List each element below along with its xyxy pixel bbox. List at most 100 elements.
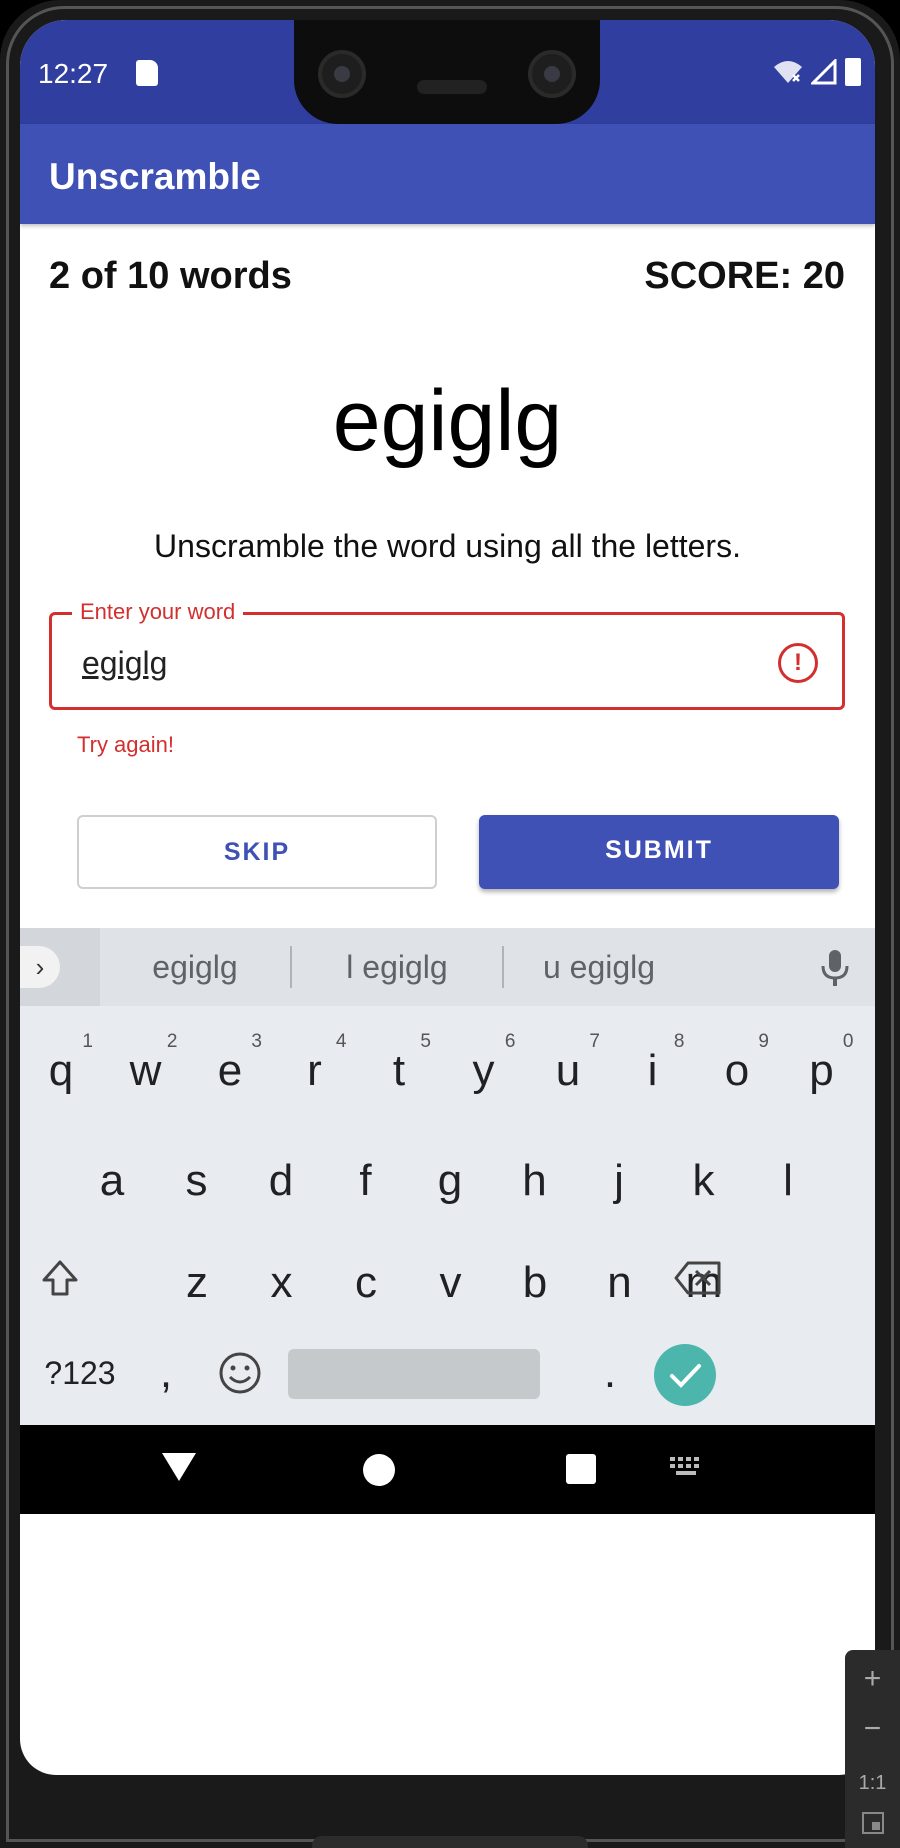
- device-screen: 12:27 Unscramble 2 of 10 words SCORE: 20…: [20, 20, 875, 1775]
- key-r[interactable]: r4: [275, 1026, 355, 1116]
- key-label: j: [614, 1156, 624, 1205]
- suggestion-item[interactable]: egiglg: [100, 928, 290, 1006]
- key-label: l: [783, 1156, 793, 1205]
- back-icon[interactable]: [162, 1453, 196, 1481]
- skip-button[interactable]: SKIP: [77, 815, 437, 889]
- zoom-in-button[interactable]: +: [845, 1662, 900, 1696]
- key-label: o: [724, 1046, 750, 1095]
- chevron-right-icon: ›: [20, 946, 60, 988]
- navigation-bar: [20, 1425, 875, 1514]
- key-e[interactable]: e3: [190, 1026, 270, 1116]
- fit-screen-icon: [861, 1812, 884, 1834]
- front-camera-icon: [528, 50, 576, 98]
- key-label: g: [437, 1156, 463, 1205]
- key-label: y: [472, 1046, 495, 1095]
- suggestion-item[interactable]: l egiglg: [292, 928, 502, 1006]
- key-label: q: [48, 1046, 74, 1095]
- key-hint: 7: [589, 1031, 600, 1052]
- key-k[interactable]: k: [664, 1136, 744, 1226]
- app-title: Unscramble: [49, 156, 261, 197]
- key-g[interactable]: g: [410, 1136, 490, 1226]
- zoom-out-button[interactable]: −: [845, 1712, 900, 1746]
- key-a[interactable]: a: [72, 1136, 152, 1226]
- app-bar: Unscramble: [20, 124, 875, 224]
- key-hint: 6: [504, 1031, 516, 1052]
- signal-icon: [811, 59, 837, 85]
- key-hint: 8: [673, 1031, 685, 1052]
- wifi-icon: [774, 61, 802, 83]
- key-label: k: [692, 1156, 715, 1205]
- key-hint: 2: [166, 1031, 178, 1052]
- camera-notch: [294, 20, 600, 124]
- key-label: i: [647, 1046, 658, 1095]
- symbols-key[interactable]: ?123: [34, 1328, 126, 1418]
- actual-size-button[interactable]: 1:1: [845, 1772, 900, 1795]
- period-key[interactable]: .: [570, 1328, 650, 1418]
- key-f[interactable]: f: [326, 1136, 406, 1226]
- key-label: h: [522, 1156, 547, 1205]
- key-label: t: [392, 1046, 406, 1095]
- enter-key[interactable]: [654, 1344, 716, 1406]
- key-x[interactable]: x: [242, 1238, 322, 1328]
- key-z[interactable]: z: [157, 1238, 237, 1328]
- earpiece-speaker: [417, 80, 487, 94]
- backspace-icon: [674, 1261, 721, 1295]
- word-input-field[interactable]: Enter your word egiglg !: [49, 599, 845, 710]
- key-hint: 1: [82, 1031, 93, 1052]
- key-l[interactable]: l: [748, 1136, 828, 1226]
- comma-key[interactable]: ,: [126, 1328, 206, 1418]
- status-bar: 12:27: [20, 20, 875, 124]
- key-w[interactable]: w2: [106, 1026, 186, 1116]
- key-label: x: [270, 1258, 293, 1307]
- key-label: f: [359, 1156, 372, 1205]
- status-time: 12:27: [38, 58, 109, 89]
- home-icon[interactable]: [363, 1454, 395, 1486]
- key-label: v: [439, 1258, 462, 1307]
- suggestion-item[interactable]: u egiglg: [504, 928, 694, 1006]
- scrambled-word: egiglg: [332, 373, 563, 469]
- key-label: p: [809, 1046, 834, 1095]
- key-y[interactable]: y6: [444, 1026, 524, 1116]
- space-bar[interactable]: [288, 1349, 540, 1399]
- key-o[interactable]: o9: [697, 1026, 777, 1116]
- key-c[interactable]: c: [326, 1238, 406, 1328]
- error-message: Try again!: [77, 732, 175, 757]
- key-label: w: [129, 1046, 162, 1095]
- key-d[interactable]: d: [241, 1136, 321, 1226]
- device-bottom-edge: [312, 1836, 588, 1848]
- score: SCORE: 20: [644, 255, 845, 297]
- microphone-icon[interactable]: [817, 948, 853, 988]
- front-camera-icon: [318, 50, 366, 98]
- key-i[interactable]: i8: [613, 1026, 693, 1116]
- key-u[interactable]: u7: [528, 1026, 608, 1116]
- key-p[interactable]: p0: [782, 1026, 862, 1116]
- shift-key[interactable]: [20, 1233, 100, 1323]
- key-b[interactable]: b: [495, 1238, 575, 1328]
- key-q[interactable]: q1: [21, 1026, 101, 1116]
- key-t[interactable]: t5: [359, 1026, 439, 1116]
- key-v[interactable]: v: [411, 1238, 491, 1328]
- input-value[interactable]: egiglg: [82, 645, 167, 682]
- emulator-controls: + − 1:1: [845, 1650, 900, 1848]
- key-hint: 5: [420, 1031, 431, 1052]
- recents-icon[interactable]: [566, 1454, 596, 1484]
- suggestion-strip: › egiglg l egiglg u egiglg: [20, 928, 875, 1006]
- status-icons: [773, 58, 861, 86]
- key-label: z: [186, 1258, 208, 1307]
- input-label: Enter your word: [72, 599, 244, 625]
- check-icon: [670, 1364, 701, 1388]
- key-s[interactable]: s: [157, 1136, 237, 1226]
- key-label: b: [522, 1258, 548, 1307]
- error-icon: !: [778, 643, 818, 683]
- key-h[interactable]: h: [495, 1136, 575, 1226]
- resize-button[interactable]: [845, 1810, 900, 1844]
- keyboard-switch-icon[interactable]: [670, 1457, 704, 1479]
- key-j[interactable]: j: [579, 1136, 659, 1226]
- instructions: Unscramble the word using all the letter…: [154, 528, 741, 564]
- emoji-key[interactable]: [200, 1328, 280, 1418]
- key-label: s: [185, 1156, 208, 1205]
- soft-keyboard: › egiglg l egiglg u egiglg q1w2e3r4t5y6u…: [20, 928, 875, 1425]
- backspace-key[interactable]: [648, 1233, 748, 1323]
- expand-toolbar-button[interactable]: ›: [20, 928, 100, 1006]
- submit-button[interactable]: SUBMIT: [479, 815, 839, 889]
